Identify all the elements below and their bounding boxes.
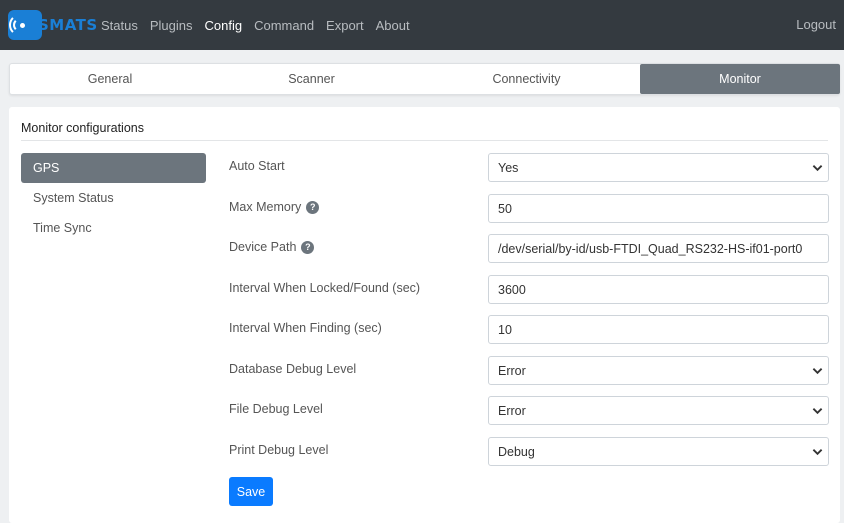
db-debug-label-text: Database Debug Level bbox=[229, 362, 357, 376]
max-memory-input[interactable] bbox=[488, 194, 829, 223]
auto-start-row: Auto Start Yes bbox=[229, 153, 829, 182]
logo-text: SMATS bbox=[38, 16, 98, 34]
interval-finding-row: Interval When Finding (sec) bbox=[229, 315, 829, 344]
tab-scanner[interactable]: Scanner bbox=[210, 64, 413, 94]
device-path-label-text: Device Path bbox=[229, 240, 297, 254]
nav-link-about[interactable]: About bbox=[376, 18, 410, 33]
file-debug-select[interactable]: Error bbox=[488, 396, 829, 425]
signal-logo-icon bbox=[8, 10, 42, 40]
print-debug-label-text: Print Debug Level bbox=[229, 443, 329, 457]
nav-link-export[interactable]: Export bbox=[326, 18, 364, 33]
interval-locked-label: Interval When Locked/Found (sec) bbox=[229, 281, 420, 295]
auto-start-select[interactable]: Yes bbox=[488, 153, 829, 182]
save-button[interactable]: Save bbox=[229, 477, 273, 506]
monitor-config-card: Monitor configurations GPS System Status… bbox=[9, 107, 840, 523]
print-debug-select[interactable]: Debug bbox=[488, 437, 829, 466]
interval-finding-input[interactable] bbox=[488, 315, 829, 344]
sidenav-item-gps[interactable]: GPS bbox=[21, 153, 206, 183]
tab-connectivity[interactable]: Connectivity bbox=[413, 64, 640, 94]
nav-link-config[interactable]: Config bbox=[205, 18, 243, 33]
interval-locked-input[interactable] bbox=[488, 275, 829, 304]
db-debug-label: Database Debug Level bbox=[229, 362, 356, 376]
print-debug-label: Print Debug Level bbox=[229, 443, 328, 457]
device-path-input[interactable] bbox=[488, 234, 829, 263]
max-memory-label-text: Max Memory bbox=[229, 200, 302, 214]
sidenav-item-time-sync[interactable]: Time Sync bbox=[21, 213, 206, 243]
sidenav-item-system-status[interactable]: System Status bbox=[21, 183, 206, 213]
auto-start-label-text: Auto Start bbox=[229, 159, 285, 173]
tab-monitor[interactable]: Monitor bbox=[640, 64, 840, 94]
print-debug-row: Print Debug Level Debug bbox=[229, 437, 829, 466]
db-debug-row: Database Debug Level Error bbox=[229, 356, 829, 385]
logout-link[interactable]: Logout bbox=[796, 17, 836, 32]
nav-link-plugins[interactable]: Plugins bbox=[150, 18, 193, 33]
max-memory-label: Max Memory? bbox=[229, 200, 320, 214]
db-debug-select[interactable]: Error bbox=[488, 356, 829, 385]
card-title: Monitor configurations bbox=[21, 121, 144, 135]
interval-finding-label: Interval When Finding (sec) bbox=[229, 321, 382, 335]
divider bbox=[21, 140, 828, 141]
nav-link-command[interactable]: Command bbox=[254, 18, 314, 33]
device-path-label: Device Path? bbox=[229, 240, 315, 254]
interval-locked-row: Interval When Locked/Found (sec) bbox=[229, 275, 829, 304]
file-debug-row: File Debug Level Error bbox=[229, 396, 829, 425]
file-debug-label: File Debug Level bbox=[229, 402, 323, 416]
device-path-row: Device Path? bbox=[229, 234, 829, 263]
smats-logo[interactable]: SMATS bbox=[8, 9, 98, 41]
auto-start-label: Auto Start bbox=[229, 159, 285, 173]
help-icon[interactable]: ? bbox=[301, 240, 315, 254]
config-tabs: General Scanner Connectivity Monitor bbox=[9, 63, 840, 95]
file-debug-label-text: File Debug Level bbox=[229, 402, 323, 416]
help-icon[interactable]: ? bbox=[306, 200, 320, 214]
interval-finding-label-text: Interval When Finding (sec) bbox=[229, 321, 382, 335]
interval-locked-label-text: Interval When Locked/Found (sec) bbox=[229, 281, 421, 295]
nav-links: Status Plugins Config Command Export Abo… bbox=[101, 0, 422, 50]
max-memory-row: Max Memory? bbox=[229, 194, 829, 223]
tab-general[interactable]: General bbox=[10, 64, 210, 94]
monitor-sidenav: GPS System Status Time Sync bbox=[21, 153, 206, 243]
top-navbar: SMATS Status Plugins Config Command Expo… bbox=[0, 0, 844, 50]
nav-link-status[interactable]: Status bbox=[101, 18, 138, 33]
